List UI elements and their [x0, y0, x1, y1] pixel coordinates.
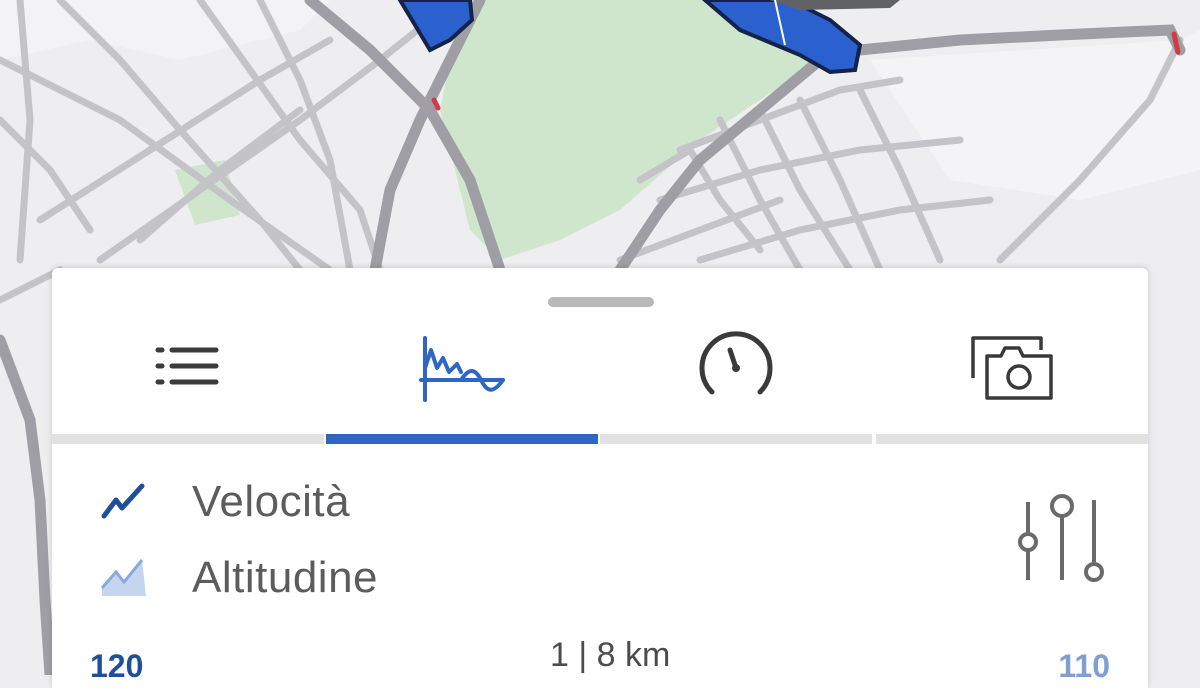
legend-speed-label: Velocità — [192, 477, 351, 526]
tab-chart[interactable] — [326, 318, 598, 444]
legend-speed[interactable]: Velocità — [100, 472, 350, 532]
legend-altitude-label: Altitudine — [192, 553, 379, 602]
sliders-icon — [1010, 494, 1110, 592]
speed-series-icon — [100, 478, 148, 527]
tab-speed[interactable] — [600, 318, 872, 444]
photo-gallery-icon — [967, 328, 1057, 409]
tab-photos[interactable] — [876, 318, 1148, 444]
distance-scale-label: 1 | 8 km — [550, 636, 671, 674]
chart-icon — [417, 328, 507, 409]
speed-axis-top-label: 120 — [90, 648, 144, 684]
altitude-series-icon — [100, 554, 148, 603]
bottom-sheet: Velocità Altitudine 120 1 | 8 km 110 — [52, 268, 1148, 688]
drag-handle[interactable] — [548, 297, 654, 307]
list-icon — [150, 328, 226, 409]
legend-altitude[interactable]: Altitudine — [100, 548, 378, 608]
chart-settings-button[interactable] — [1010, 492, 1110, 588]
speedometer-icon — [696, 328, 776, 409]
tab-bar — [52, 318, 1148, 444]
altitude-axis-top-label: 110 — [1058, 648, 1110, 684]
tab-list[interactable] — [52, 318, 324, 444]
